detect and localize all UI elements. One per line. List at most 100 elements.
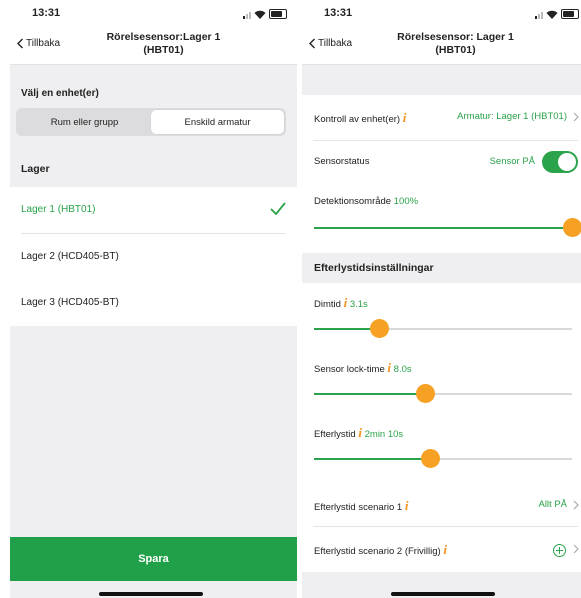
home-indicator — [99, 592, 203, 596]
dim-time-value: 3.1s — [349, 299, 368, 310]
info-icon[interactable]: i — [387, 360, 391, 375]
slider-fill — [314, 393, 425, 395]
list-item[interactable]: Lager 3 (HCD405-BT) — [10, 280, 297, 326]
section-header: Efterlystidsinställningar — [302, 253, 581, 283]
battery-icon — [561, 9, 579, 19]
detection-label-text: Detektionsområde — [314, 196, 392, 207]
back-label: Tillbaka — [318, 38, 353, 49]
left-screen: 13:31 Tillbaka Rörelsesensor:Lager 1 (HB… — [10, 0, 297, 598]
detection-label: Detektionsområde 100% — [314, 196, 418, 207]
page-title: Rörelsesensor:Lager 1 (HBT01) — [70, 31, 257, 57]
save-button[interactable]: Spara — [10, 537, 297, 581]
wifi-icon — [254, 10, 266, 19]
nav-bar: Tillbaka Rörelsesensor:Lager 1 (HBT01) — [10, 28, 297, 65]
control-row[interactable]: Kontroll av enhet(er) i Armatur: Lager 1… — [302, 96, 581, 138]
list-item[interactable]: Lager 2 (HCD405-BT) — [10, 234, 297, 280]
dim-time-label: Dimtid i 3.1s — [314, 295, 368, 311]
after-time-value: 2min 10s — [364, 429, 404, 440]
select-unit-label: Välj en enhet(er) — [21, 88, 99, 99]
battery-icon — [269, 9, 287, 19]
sensor-toggle[interactable] — [542, 151, 578, 173]
device-name: Lager 2 (HCD405-BT) — [21, 251, 119, 262]
back-button[interactable]: Tillbaka — [308, 38, 352, 49]
scenario1-label-text: Efterlystid scenario 1 — [314, 502, 403, 513]
wifi-icon — [546, 10, 558, 19]
group-header: Lager — [21, 163, 50, 175]
right-screen: 13:31 Tillbaka Rörelsesensor: Lager 1 (H… — [302, 0, 581, 598]
back-label: Tillbaka — [26, 38, 61, 49]
add-icon[interactable] — [553, 542, 566, 560]
scenario2-label-text: Efterlystid scenario 2 (Frivillig) — [314, 546, 441, 557]
slider-fill — [314, 458, 430, 460]
lock-time-slider[interactable] — [314, 384, 572, 403]
scenario1-value: Allt PÅ — [538, 499, 567, 510]
after-time-slider[interactable] — [314, 449, 572, 468]
slider-fill — [314, 227, 572, 229]
page-title-line2: (HBT01) — [435, 44, 476, 56]
status-bar: 13:31 — [302, 0, 581, 28]
chevron-left-icon — [17, 38, 23, 49]
segment-single-luminaire[interactable]: Enskild armatur — [151, 110, 284, 134]
device-name: Lager 3 (HCD405-BT) — [21, 297, 119, 308]
sensor-status-value: Sensor PÅ — [489, 156, 535, 167]
after-time-label: Efterlystid i 2min 10s — [314, 425, 403, 441]
device-picker-panel: Välj en enhet(er) Rum eller grupp Enskil… — [10, 65, 297, 187]
chevron-right-icon — [573, 500, 579, 510]
lock-time-row: Sensor lock-time i 8.0s — [302, 351, 581, 409]
page-title-line1: Rörelsesensor:Lager 1 — [106, 31, 221, 43]
scenario1-row[interactable]: Efterlystid scenario 1 i Allt PÅ — [302, 484, 581, 524]
slider-knob[interactable] — [370, 319, 389, 338]
slider-knob[interactable] — [416, 384, 435, 403]
segment-room-or-group[interactable]: Rum eller grupp — [18, 110, 151, 134]
status-icons — [243, 9, 287, 19]
status-time: 13:31 — [32, 7, 61, 19]
scenario2-label: Efterlystid scenario 2 (Frivillig) i — [314, 542, 447, 558]
control-value: Armatur: Lager 1 (HBT01) — [457, 111, 567, 122]
scenario2-row[interactable]: Efterlystid scenario 2 (Frivillig) i — [302, 527, 581, 569]
control-label-text: Kontroll av enhet(er) — [314, 114, 401, 125]
dim-time-slider[interactable] — [314, 319, 572, 338]
top-spacer — [302, 65, 581, 95]
nav-bar: Tillbaka Rörelsesensor: Lager 1 (HBT01) — [302, 28, 581, 65]
dim-time-row: Dimtid i 3.1s — [302, 286, 581, 344]
dim-time-label-text: Dimtid — [314, 299, 341, 310]
status-icons — [535, 9, 579, 19]
cellular-signal-icon — [243, 12, 251, 19]
segmented-control: Rum eller grupp Enskild armatur — [16, 108, 286, 136]
info-icon[interactable]: i — [403, 110, 407, 125]
info-icon[interactable]: i — [443, 542, 447, 557]
detection-value: 100% — [393, 196, 419, 207]
section-header-label: Efterlystidsinställningar — [314, 262, 434, 274]
info-icon[interactable]: i — [344, 295, 348, 310]
sensor-status-label: Sensorstatus — [314, 156, 370, 167]
list-item[interactable]: Lager 1 (HBT01) — [10, 187, 297, 233]
slider-knob[interactable] — [563, 218, 581, 237]
slider-knob[interactable] — [421, 449, 440, 468]
status-time: 13:31 — [324, 7, 353, 19]
sensor-status-row: Sensorstatus Sensor PÅ — [302, 141, 581, 181]
page-title-line2: (HBT01) — [143, 44, 184, 56]
status-bar: 13:31 — [10, 0, 297, 28]
detection-row: Detektionsområde 100% — [302, 185, 581, 245]
device-name: Lager 1 (HBT01) — [21, 204, 96, 215]
back-button[interactable]: Tillbaka — [16, 38, 60, 49]
lock-time-label: Sensor lock-time i 8.0s — [314, 360, 412, 376]
home-indicator — [391, 592, 495, 596]
after-time-label-text: Efterlystid — [314, 429, 356, 440]
chevron-left-icon — [309, 38, 315, 49]
page-title-line1: Rörelsesensor: Lager 1 — [397, 31, 514, 43]
control-label: Kontroll av enhet(er) i — [314, 110, 406, 126]
detection-slider[interactable] — [314, 218, 581, 237]
lock-time-label-text: Sensor lock-time — [314, 364, 385, 375]
checkmark-icon — [270, 202, 286, 215]
page-title: Rörelsesensor: Lager 1 (HBT01) — [362, 31, 549, 57]
scenario1-label: Efterlystid scenario 1 i — [314, 498, 408, 514]
chevron-right-icon — [573, 112, 579, 122]
info-icon[interactable]: i — [405, 498, 409, 513]
info-icon[interactable]: i — [358, 425, 362, 440]
chevron-right-icon — [573, 544, 579, 554]
after-time-row: Efterlystid i 2min 10s — [302, 416, 581, 474]
cellular-signal-icon — [535, 12, 543, 19]
empty-area — [10, 326, 297, 537]
lock-time-value: 8.0s — [393, 364, 412, 375]
